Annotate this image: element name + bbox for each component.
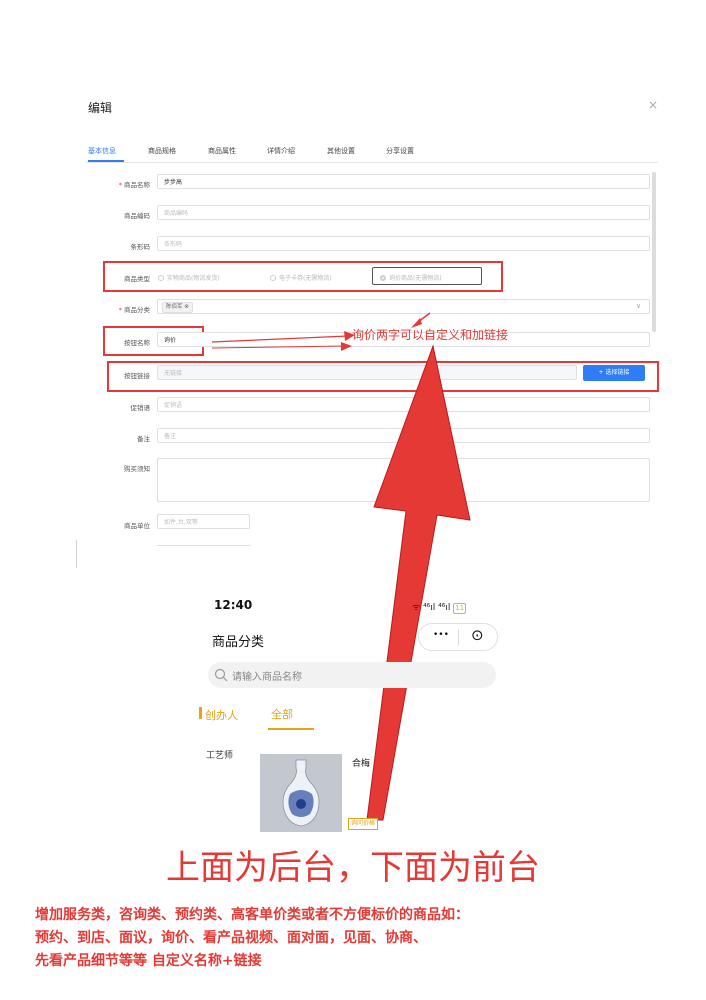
annotation-text: 询价两字可以自定义和加链接	[352, 328, 509, 342]
note-line-2: 预约、到店、面议，询价、看产品视频、面对面，见面、协商、	[35, 930, 427, 946]
vase-flower	[296, 799, 306, 809]
page-title: 商品分类	[212, 635, 265, 650]
search-icon	[214, 668, 228, 682]
caption: 上面为后台，下面为前台	[166, 848, 540, 888]
category-left-item[interactable]: 创办人	[205, 707, 238, 723]
search-input[interactable]: 请输入商品名称	[232, 668, 302, 683]
vase-icon	[260, 754, 342, 832]
sidebar-item[interactable]: 工艺师	[206, 748, 233, 761]
name-arrow-line	[211, 335, 349, 343]
search-icon-circle	[214, 668, 226, 680]
note-line-3: 先看产品细节等等 自定义名称+链接	[35, 953, 262, 969]
name-arrow-line	[211, 345, 345, 349]
battery-icon: 11	[453, 603, 467, 614]
category-tab-underline	[268, 728, 314, 730]
category-tab-all[interactable]: 全部	[271, 706, 293, 722]
big-arrow	[366, 344, 471, 821]
annotation-arrows-group	[211, 312, 471, 821]
product-image[interactable]	[260, 754, 342, 832]
inquiry-button[interactable]: 询问价格	[348, 818, 379, 830]
status-time: 12:40	[214, 598, 253, 612]
more-icon[interactable]: •••	[433, 630, 449, 640]
capsule-divider	[458, 629, 459, 645]
note-line-1: 增加服务类，咨询类、预约类、高客单价类或者不方便标价的商品如：	[35, 907, 469, 923]
signal-icon: ᯤ ⁴⁶ıl ⁴⁶ıl 11	[412, 603, 467, 614]
close-miniprogram-icon[interactable]: ⊙	[471, 626, 484, 644]
name-arrow-head	[341, 342, 352, 351]
category-active-bar	[199, 707, 202, 719]
product-name[interactable]: 合梅	[352, 756, 370, 769]
search-icon-handle	[223, 677, 228, 682]
capsule-menu[interactable]: ••• ⊙	[418, 623, 498, 651]
